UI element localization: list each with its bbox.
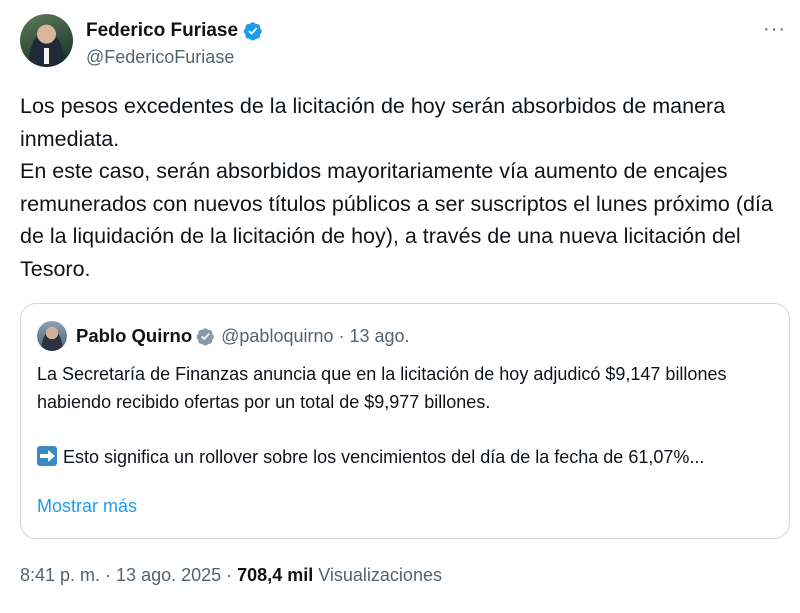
- verified-badge-icon: [243, 22, 262, 41]
- verified-badge-icon: [196, 327, 214, 345]
- author-handle[interactable]: @FedericoFuriase: [86, 47, 234, 68]
- views-count[interactable]: 708,4 mil: [237, 565, 313, 586]
- more-options-icon[interactable]: ···: [763, 18, 786, 41]
- right-arrow-icon: [37, 445, 57, 466]
- tweet-time[interactable]: 8:41 p. m.: [20, 565, 100, 586]
- tweet-paragraph: Los pesos excedentes de la licitación de…: [20, 94, 726, 151]
- quoted-tweet-body: La Secretaría de Finanzas anuncia que en…: [37, 361, 777, 471]
- quoted-tweet-line-text: Esto significa un rollover sobre los ven…: [63, 446, 705, 467]
- quoted-tweet[interactable]: Pablo Quirno @pabloquirno · 13 ago. La S…: [20, 303, 790, 539]
- tweet-header: Federico Furiase @FedericoFuriase ···: [20, 14, 790, 74]
- author-name-row: Federico Furiase: [86, 20, 263, 42]
- tweet-date[interactable]: 13 ago. 2025: [116, 565, 221, 586]
- separator-dot: ·: [338, 325, 345, 346]
- tweet-text: Los pesos excedentes de la licitación de…: [20, 90, 780, 285]
- quoted-tweet-date: 13 ago.: [349, 325, 410, 346]
- separator-dot: ·: [105, 565, 112, 585]
- tweet-paragraph: En este caso, serán absorbidos mayoritar…: [20, 159, 773, 281]
- separator-dot: ·: [226, 565, 233, 585]
- quoted-author-name: Pablo Quirno: [76, 325, 193, 346]
- author-name[interactable]: Federico Furiase: [86, 20, 238, 42]
- views-label: Visualizaciones: [318, 565, 442, 585]
- author-avatar[interactable]: [20, 14, 73, 67]
- quoted-tweet-line: La Secretaría de Finanzas anuncia que en…: [37, 364, 727, 412]
- quoted-tweet-header: Pablo Quirno @pabloquirno · 13 ago.: [37, 320, 410, 352]
- quoted-author-avatar: [37, 321, 67, 351]
- show-more-link[interactable]: Mostrar más: [37, 496, 137, 517]
- tweet-meta: 8:41 p. m. · 13 ago. 2025 · 708,4 mil Vi…: [20, 565, 442, 586]
- quoted-author-handle: @pabloquirno: [221, 325, 334, 346]
- quoted-tweet-line: Esto significa un rollover sobre los ven…: [37, 444, 777, 472]
